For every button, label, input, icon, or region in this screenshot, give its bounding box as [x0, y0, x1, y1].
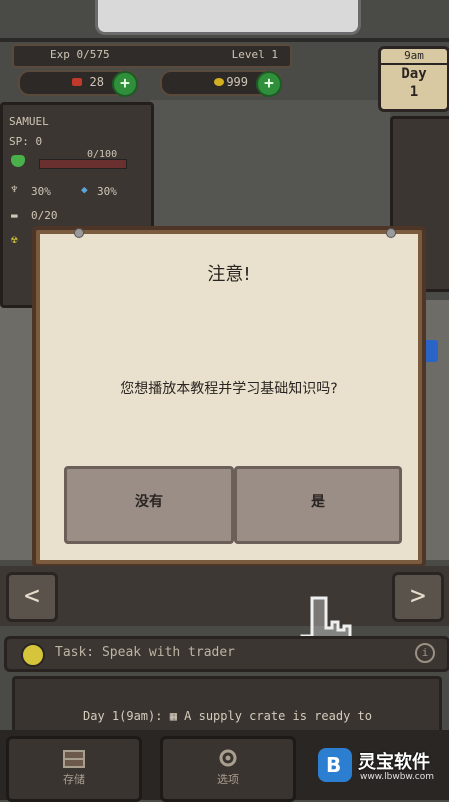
meat-resource: 28 +: [18, 70, 138, 97]
watermark-url: www.lbwbw.com: [360, 772, 435, 782]
prev-arrow-button[interactable]: <: [6, 572, 58, 622]
hunger-value: 30%: [31, 185, 51, 198]
pin-icon: [74, 228, 84, 238]
backpack-icon: ▬: [11, 209, 18, 222]
pin-icon: [386, 228, 396, 238]
gear-icon: [219, 749, 237, 767]
radiation-icon: [21, 643, 45, 667]
options-button[interactable]: 选项: [160, 736, 296, 802]
hp-bar: [39, 159, 127, 169]
crate-icon: [63, 750, 85, 768]
sky-banner: [95, 0, 361, 35]
day-time: 9am: [381, 49, 447, 65]
day-word: Day: [401, 66, 427, 82]
meat-icon: [72, 78, 82, 86]
storage-label: 存储: [63, 773, 85, 786]
carry-value: 0/20: [31, 209, 58, 222]
side-tab-icon[interactable]: [420, 340, 438, 362]
skill-points: SP: 0: [9, 135, 43, 148]
watermark: B 灵宝软件 www.lbwbw.com: [314, 744, 444, 792]
meat-value: 28: [89, 75, 104, 89]
yes-button[interactable]: 是: [234, 466, 402, 544]
day-badge: 9am Day 1: [378, 46, 449, 112]
storage-button[interactable]: 存储: [6, 736, 142, 802]
watermark-title: 灵宝软件: [358, 752, 430, 773]
tutorial-dialog: 注意! 您想播放本教程并学习基础知识吗? 没有 是: [36, 228, 422, 564]
dialog-message: 您想播放本教程并学习基础知识吗?: [120, 381, 338, 397]
exp-bar: Exp 0/575 Level 1: [12, 44, 292, 68]
exp-label: Exp 0/575: [50, 48, 110, 61]
day-number: 1: [409, 84, 419, 100]
character-name: SAMUEL: [9, 115, 49, 128]
task-text: Task: Speak with trader: [55, 645, 236, 660]
add-gold-button[interactable]: +: [256, 71, 282, 97]
gold-value: 999: [226, 75, 248, 89]
log-entry: Day 1(9am): ▦ A supply crate is ready to: [83, 709, 372, 723]
thirst-value: 30%: [97, 185, 117, 198]
top-divider: [0, 38, 449, 42]
options-label: 选项: [217, 773, 239, 786]
event-log[interactable]: Day 1(9am): ▦ A supply crate is ready to: [12, 676, 442, 734]
food-icon: ♆: [11, 183, 18, 196]
task-bar[interactable]: Task: Speak with trader i: [4, 636, 449, 672]
dialog-title: 注意!: [207, 264, 251, 285]
gold-resource: 999 +: [160, 70, 282, 97]
navigation-strip: [0, 566, 449, 626]
radiation-icon: ☢: [11, 233, 18, 246]
level-label: Level 1: [231, 48, 278, 61]
no-button[interactable]: 没有: [64, 466, 234, 544]
water-drop-icon: ◆: [81, 183, 88, 196]
info-button[interactable]: i: [415, 643, 435, 663]
gold-icon: [214, 78, 224, 86]
next-arrow-button[interactable]: >: [392, 572, 444, 622]
watermark-logo: B: [318, 748, 352, 782]
add-meat-button[interactable]: +: [112, 71, 138, 97]
heart-icon: [11, 155, 25, 167]
